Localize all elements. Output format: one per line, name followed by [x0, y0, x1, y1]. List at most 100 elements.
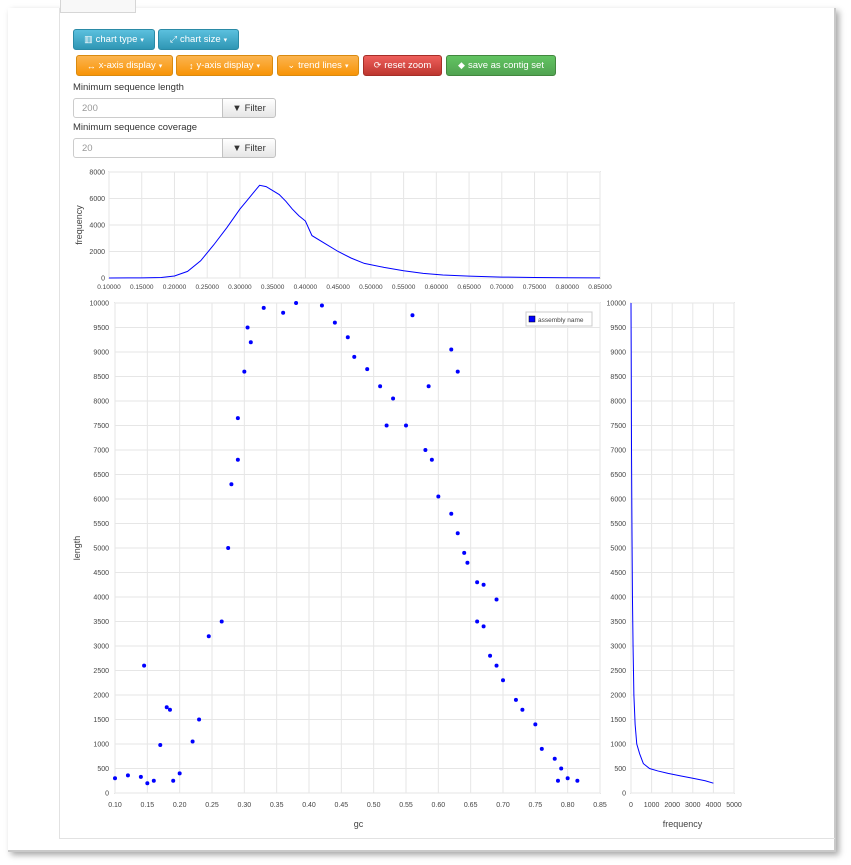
scatter-y-tick-label: 2500	[93, 668, 109, 675]
scatter-point	[555, 778, 560, 783]
scatter-point	[151, 778, 156, 783]
scatter-point	[475, 619, 480, 624]
scatter-point	[391, 396, 396, 401]
right-y-tick-label: 5000	[610, 546, 626, 553]
scatter-point	[378, 384, 383, 389]
scatter-point	[481, 624, 486, 629]
top-y-tick-label: 2000	[89, 249, 105, 256]
scatter-point	[219, 619, 224, 624]
scatter-x-tick-label: 0.80	[561, 802, 575, 809]
scatter-x-tick-label: 0.10	[108, 802, 122, 809]
scatter-point	[365, 367, 370, 372]
scatter-y-tick-label: 7000	[93, 448, 109, 455]
scatter-y-tick-label: 3500	[93, 619, 109, 626]
scatter-x-tick-label: 0.50	[367, 802, 381, 809]
charts-canvas[interactable]: 0.10000 0.15000 0.20000 0.25000 0.30000 0.350…	[0, 0, 851, 865]
scatter-y-tick-label: 3000	[93, 644, 109, 651]
scatter-point	[352, 354, 357, 359]
scatter-y-tick-label: 9500	[93, 325, 109, 332]
scatter-x-tick-label: 0.55	[399, 802, 413, 809]
right-y-tick-label: 9000	[610, 350, 626, 357]
right-y-tick-label: 3500	[610, 619, 626, 626]
scatter-x-tick-label: 0.75	[529, 802, 543, 809]
scatter-point	[423, 448, 428, 452]
scatter-y-tick-label: 9000	[93, 350, 109, 357]
scatter-x-tick-label: 0.40	[302, 802, 316, 809]
scatter-point	[436, 494, 441, 499]
scatter-point	[565, 776, 570, 781]
scatter-point	[332, 320, 337, 325]
scatter-point	[475, 580, 480, 585]
right-y-tick-label: 6000	[610, 497, 626, 504]
top-x-tick-label: 0.55000	[392, 284, 416, 291]
top-y-tick-label: 6000	[89, 196, 105, 203]
scatter-point	[171, 778, 176, 783]
right-y-tick-label: 8000	[610, 399, 626, 406]
scatter-point	[242, 369, 247, 374]
top-x-tick-label: 0.65000	[457, 284, 481, 291]
scatter-x-tick-label: 0.65	[464, 802, 478, 809]
scatter-x-tick-label: 0.70	[496, 802, 510, 809]
right-y-tick-label: 3000	[610, 644, 626, 651]
right-y-tick-label: 5500	[610, 521, 626, 528]
scatter-x-tick-label: 0.20	[173, 802, 187, 809]
scatter-point	[177, 771, 182, 776]
right-x-tick-label: 0	[629, 802, 633, 809]
scatter-y-tick-label: 4500	[93, 570, 109, 577]
top-y-tick-label: 8000	[89, 170, 105, 177]
scatter-point	[235, 416, 240, 421]
right-y-tick-label: 1000	[610, 742, 626, 749]
top-x-tick-label: 0.15000	[130, 284, 154, 291]
scatter-point	[248, 340, 253, 345]
right-y-tick-label: 2000	[610, 693, 626, 700]
right-x-tick-label: 2000	[664, 802, 680, 809]
right-x-axis-label: frequency	[663, 819, 703, 829]
scatter-y-tick-label: 5500	[93, 521, 109, 528]
scatter-point	[552, 756, 557, 761]
scatter-x-tick-label: 0.45	[335, 802, 349, 809]
scatter-point	[404, 423, 408, 428]
top-x-tick-label: 0.45000	[326, 284, 350, 291]
right-y-tick-label: 7500	[610, 423, 626, 430]
scatter-point	[488, 653, 493, 658]
scatter-point	[245, 325, 250, 330]
scatter-point	[197, 717, 202, 722]
top-x-tick-label: 0.40000	[294, 284, 318, 291]
scatter-point	[261, 305, 266, 310]
scatter-point	[455, 531, 460, 536]
right-x-tick-label: 1000	[644, 802, 660, 809]
scatter-point	[410, 313, 415, 318]
scatter-point	[294, 301, 299, 305]
legend-label: assembly name	[538, 317, 584, 324]
scatter-point	[142, 663, 147, 668]
right-y-tick-label: 0	[622, 791, 626, 798]
scatter-point	[465, 560, 470, 565]
scatter-point	[481, 582, 486, 587]
scatter-point	[494, 597, 499, 602]
scatter-point	[125, 773, 130, 778]
right-y-tick-label: 4500	[610, 570, 626, 577]
scatter-point	[206, 634, 211, 639]
scatter-x-tick-label: 0.25	[205, 802, 219, 809]
scatter-y-tick-label: 8500	[93, 374, 109, 381]
scatter-point	[559, 766, 564, 771]
scatter-point	[501, 678, 505, 683]
scatter-point	[429, 457, 434, 462]
scatter-point	[345, 335, 350, 340]
scatter-y-tick-label: 2000	[93, 693, 109, 700]
scatter-point	[449, 511, 454, 516]
top-x-tick-label: 0.10000	[97, 284, 121, 291]
scatter-point	[190, 739, 195, 744]
right-y-tick-label: 4000	[610, 595, 626, 602]
top-x-tick-label: 0.60000	[425, 284, 449, 291]
top-x-tick-label: 0.25000	[195, 284, 219, 291]
right-y-tick-label: 2500	[610, 668, 626, 675]
scatter-x-tick-label: 0.60	[432, 802, 446, 809]
right-y-tick-label: 8500	[610, 374, 626, 381]
top-x-tick-label: 0.35000	[261, 284, 285, 291]
scatter-y-tick-label: 1000	[93, 742, 109, 749]
top-x-tick-label: 0.50000	[359, 284, 383, 291]
scatter-point	[513, 697, 518, 702]
scatter-point	[281, 310, 286, 315]
top-x-tick-label: 0.70000	[490, 284, 514, 291]
